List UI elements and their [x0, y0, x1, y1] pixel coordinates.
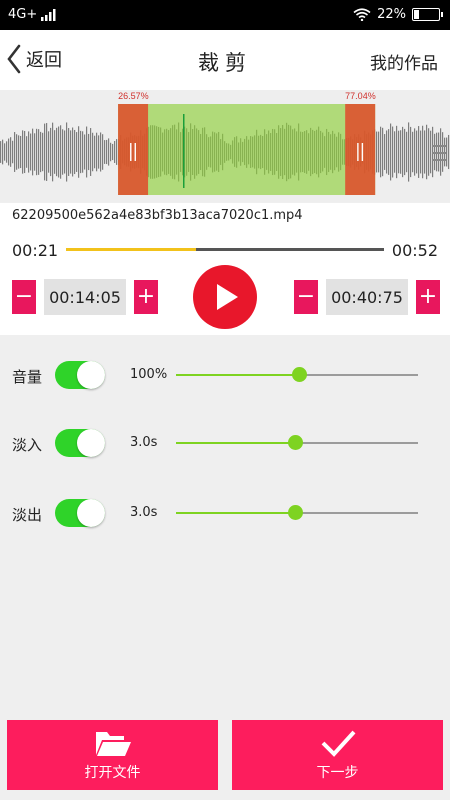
fade-out-value: 3.0s [130, 505, 158, 520]
my-works-link[interactable]: 我的作品 [370, 49, 438, 74]
right-handle-grip [361, 143, 364, 161]
end-increment-button[interactable]: + [416, 280, 440, 314]
file-name: 62209500e562a4e83bf3b13aca7020c1.mp4 [12, 208, 303, 223]
battery-percent: 22% [377, 7, 406, 22]
start-decrement-button[interactable]: − [12, 280, 36, 314]
timeline-progress-fill [66, 248, 197, 251]
volume-value: 100% [130, 367, 168, 382]
network-indicator: 4G+ [8, 7, 57, 22]
volume-slider-thumb[interactable] [292, 367, 308, 382]
network-label: 4G+ [8, 7, 38, 22]
right-trim-handle[interactable] [345, 104, 376, 195]
open-file-label: 打开文件 [84, 765, 141, 781]
play-icon [217, 284, 238, 310]
end-time-value: 00:40:75 [326, 279, 408, 315]
timeline-progress-bar[interactable] [66, 248, 384, 251]
left-handle-grip [130, 143, 132, 161]
fade-in-row: 淡入 3.0s [0, 423, 450, 463]
fade-in-toggle[interactable] [55, 429, 105, 457]
open-file-button[interactable]: 打开文件 [7, 720, 218, 790]
fade-out-row: 淡出 3.0s [0, 493, 450, 533]
timeline-end-time: 00:52 [391, 241, 438, 260]
next-step-button[interactable]: 下一步 [232, 720, 443, 790]
waveform-editor[interactable]: 26.57% 77.04% [0, 90, 450, 202]
start-increment-button[interactable]: + [134, 280, 158, 314]
waveform-graphic: 26.57% 77.04% [0, 91, 450, 195]
playhead [183, 114, 185, 188]
fade-out-toggle[interactable] [55, 499, 105, 527]
status-bar: 4G+ 22% [0, 0, 450, 30]
left-trim-handle[interactable] [118, 104, 149, 195]
start-time-stepper: − 00:14:05 + [12, 276, 158, 318]
timeline-start-time: 00:21 [12, 241, 59, 260]
left-percent-label: 26.57% [118, 91, 149, 101]
volume-toggle[interactable] [55, 361, 105, 389]
fade-in-value: 3.0s [130, 435, 158, 450]
left-handle-grip [134, 143, 136, 161]
fade-out-label: 淡出 [12, 506, 43, 524]
start-time-value: 00:14:05 [44, 279, 126, 315]
end-decrement-button[interactable]: − [294, 280, 318, 314]
end-time-stepper: − 00:40:75 + [294, 276, 440, 318]
header: 返回 裁剪 我的作品 [0, 30, 450, 90]
play-button[interactable] [193, 265, 257, 329]
fade-in-slider-thumb[interactable] [287, 435, 303, 450]
right-handle-grip [357, 143, 359, 161]
right-percent-label: 77.04% [345, 91, 376, 101]
fade-out-slider-thumb[interactable] [287, 505, 303, 520]
selection-region [118, 104, 376, 195]
wifi-icon [353, 8, 371, 21]
volume-row: 音量 100% [0, 355, 450, 395]
volume-label: 音量 [12, 368, 43, 386]
fade-in-slider[interactable] [176, 435, 418, 450]
checkmark-icon [321, 730, 355, 757]
next-step-label: 下一步 [316, 765, 359, 781]
folder-icon [95, 732, 131, 756]
signal-icon [41, 8, 56, 21]
fade-out-slider[interactable] [176, 505, 418, 520]
battery-icon [412, 8, 443, 21]
fade-in-label: 淡入 [12, 436, 43, 454]
volume-slider[interactable] [176, 367, 418, 382]
